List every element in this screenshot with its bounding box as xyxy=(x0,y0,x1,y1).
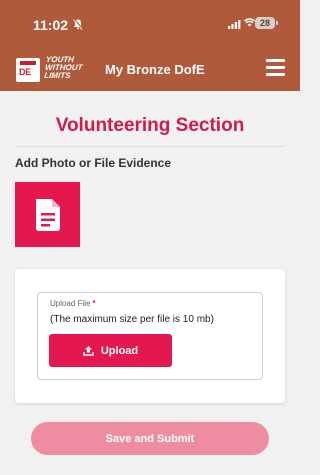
app-header: DE YOUTH WITHOUT LIMITS My Bronze DofE xyxy=(0,48,300,91)
required-mark: * xyxy=(92,299,96,308)
logo-crown-bar xyxy=(20,61,36,65)
add-evidence-button[interactable] xyxy=(15,182,80,247)
divider xyxy=(15,146,285,147)
battery-indicator: 28 xyxy=(255,17,278,29)
wifi-icon xyxy=(244,18,255,27)
battery-level: 28 xyxy=(259,18,270,28)
dofe-logo: DE xyxy=(16,58,40,82)
save-and-submit-button[interactable]: Save and Submit xyxy=(31,422,269,455)
signal-icon xyxy=(228,20,241,29)
status-bar: 11:02 28 xyxy=(0,0,300,48)
upload-file-label-text: Upload File xyxy=(50,299,91,308)
document-icon xyxy=(36,199,60,231)
status-time: 11:02 xyxy=(33,17,69,33)
brand-line-3: LIMITS xyxy=(43,71,71,80)
upload-icon xyxy=(83,346,94,356)
header-title: My Bronze DofE xyxy=(105,62,205,77)
bell-off-icon xyxy=(73,18,83,30)
upload-card: Upload File * (The maximum size per file … xyxy=(15,269,285,403)
youth-without-limits-logo: YOUTH WITHOUT LIMITS xyxy=(43,55,89,80)
upload-field: Upload File * (The maximum size per file … xyxy=(37,292,263,380)
upload-button-label: Upload xyxy=(100,344,139,357)
upload-file-label: Upload File * xyxy=(50,299,96,308)
logo-text: DE xyxy=(19,67,31,77)
upload-button[interactable]: Upload xyxy=(49,334,172,367)
hamburger-menu-icon[interactable] xyxy=(266,59,285,76)
evidence-label: Add Photo or File Evidence xyxy=(15,156,172,170)
max-size-note: (The maximum size per file is 10 mb) xyxy=(50,314,214,325)
section-title: Volunteering Section xyxy=(55,115,245,136)
